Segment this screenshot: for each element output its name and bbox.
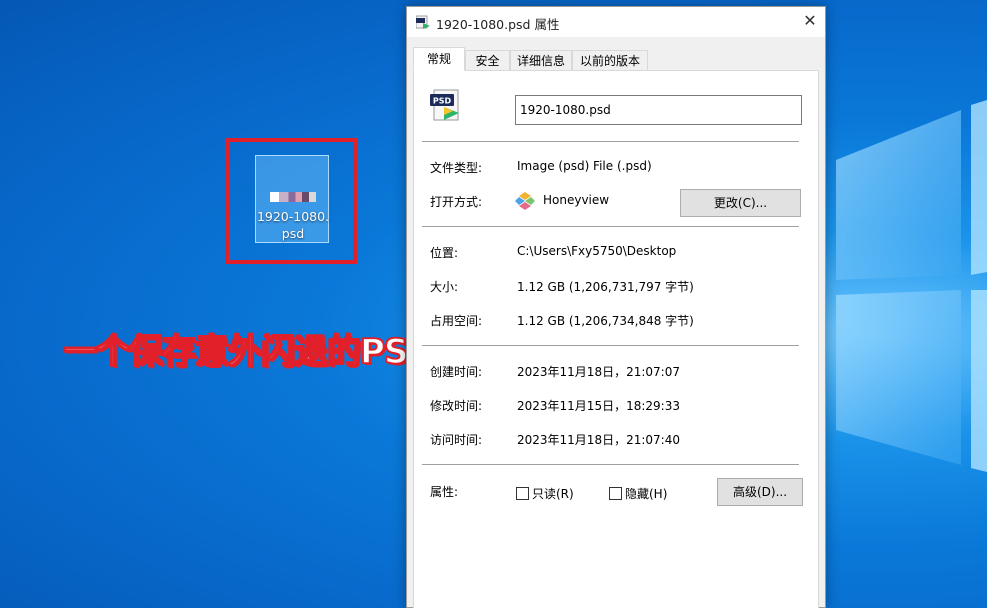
psd-badge-text: PSD bbox=[433, 97, 452, 106]
properties-dialog: 1920-1080.psd 属性 ✕ 常规 安全 详细信息 以前的版本 PSD … bbox=[406, 6, 826, 608]
location-value: C:\Users\Fxy5750\Desktop bbox=[517, 244, 677, 258]
tab-security[interactable]: 安全 bbox=[465, 50, 510, 70]
created-value: 2023年11月18日，21:07:07 bbox=[517, 365, 680, 379]
open-with-value: Honeyview bbox=[543, 193, 610, 207]
file-type-label: 文件类型: bbox=[430, 161, 483, 175]
accessed-value: 2023年11月18日，21:07:40 bbox=[517, 433, 680, 447]
psd-file-icon bbox=[416, 15, 430, 29]
windows-logo-graphic bbox=[836, 100, 987, 472]
accessed-label: 访问时间: bbox=[430, 433, 483, 447]
dialog-titlebar[interactable]: 1920-1080.psd 属性 ✕ bbox=[407, 7, 825, 37]
red-highlight-box bbox=[225, 138, 357, 264]
size-on-disk-label: 占用空间: bbox=[430, 314, 483, 328]
modified-value: 2023年11月15日，18:29:33 bbox=[517, 399, 680, 413]
change-button[interactable]: 更改(C)... bbox=[680, 189, 801, 217]
tab-details[interactable]: 详细信息 bbox=[510, 50, 572, 70]
close-button[interactable]: ✕ bbox=[795, 7, 825, 37]
size-label: 大小: bbox=[430, 280, 459, 294]
desktop-background: 1920-1080.psd 一个保存意外闪退的PSD文件 1920-1080.p… bbox=[0, 0, 987, 608]
hidden-label[interactable]: 隐藏(H) bbox=[625, 485, 667, 502]
attributes-label: 属性: bbox=[430, 485, 459, 499]
close-icon: ✕ bbox=[803, 11, 817, 30]
tab-general[interactable]: 常规 bbox=[413, 47, 465, 71]
tab-previous-versions[interactable]: 以前的版本 bbox=[572, 50, 648, 70]
psd-file-large-icon: PSD bbox=[430, 89, 459, 121]
separator bbox=[422, 345, 799, 346]
created-label: 创建时间: bbox=[430, 365, 483, 379]
file-name-field[interactable]: 1920-1080.psd bbox=[515, 95, 802, 125]
dialog-title: 1920-1080.psd 属性 bbox=[436, 17, 560, 32]
open-with-label: 打开方式: bbox=[430, 195, 483, 209]
readonly-checkbox[interactable] bbox=[516, 487, 529, 500]
modified-label: 修改时间: bbox=[430, 399, 483, 413]
separator bbox=[422, 141, 799, 142]
general-tab-panel bbox=[413, 70, 819, 608]
separator bbox=[422, 464, 799, 465]
location-label: 位置: bbox=[430, 246, 459, 260]
size-value: 1.12 GB (1,206,731,797 字节) bbox=[517, 280, 694, 294]
advanced-button[interactable]: 高级(D)... bbox=[717, 478, 803, 506]
file-type-value: Image (psd) File (.psd) bbox=[517, 159, 652, 173]
hidden-checkbox[interactable] bbox=[609, 487, 622, 500]
honeyview-app-icon bbox=[515, 192, 535, 210]
readonly-label[interactable]: 只读(R) bbox=[532, 485, 574, 502]
size-on-disk-value: 1.12 GB (1,206,734,848 字节) bbox=[517, 314, 694, 328]
separator bbox=[422, 226, 799, 227]
